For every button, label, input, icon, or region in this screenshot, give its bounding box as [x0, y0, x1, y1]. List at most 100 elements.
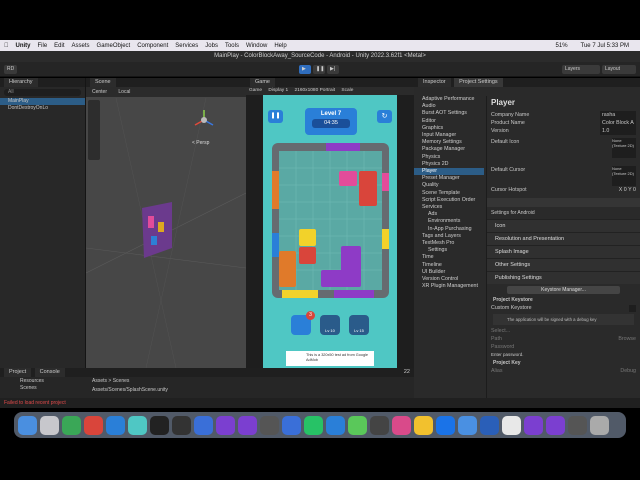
trash-icon[interactable]	[590, 415, 609, 435]
default-icon-slot[interactable]: None (Texture 2D)	[612, 138, 636, 158]
browse-button[interactable]: Browse	[618, 335, 636, 343]
settings-item[interactable]: XR Plugin Management	[414, 283, 484, 290]
settings-item[interactable]: Burst AOT Settings	[414, 110, 484, 117]
visual-studio-icon[interactable]	[238, 415, 257, 435]
app-icon[interactable]	[326, 415, 345, 435]
hierarchy-search[interactable]: All	[4, 89, 81, 96]
orange-block[interactable]	[279, 251, 296, 287]
settings-item[interactable]: Environments	[414, 218, 484, 225]
default-cursor-slot[interactable]: None (Texture 2D)	[612, 166, 636, 186]
app-icon[interactable]	[84, 415, 103, 435]
settings-item[interactable]: Adaptive Performance	[414, 96, 484, 103]
section-resolution[interactable]: Resolution and Presentation	[487, 232, 640, 245]
settings-item-player[interactable]: Player	[414, 168, 484, 176]
folder-resources[interactable]: Resources	[20, 378, 44, 385]
hotspot-x[interactable]: X 0	[619, 187, 627, 193]
layout-dropdown[interactable]: Layout	[602, 65, 636, 74]
menu-services[interactable]: Services	[175, 43, 198, 49]
chrome-icon[interactable]	[62, 415, 81, 435]
app-icon[interactable]	[370, 415, 389, 435]
terminal-icon[interactable]	[150, 415, 169, 435]
pause-button[interactable]: ❚❚	[313, 65, 325, 74]
app-icon[interactable]	[128, 415, 147, 435]
settings-item[interactable]: Script Execution Order	[414, 197, 484, 204]
app-icon[interactable]	[106, 415, 125, 435]
menu-file[interactable]: File	[38, 43, 48, 49]
red-block[interactable]	[299, 247, 316, 264]
battery-status[interactable]: 51%	[556, 43, 568, 49]
settings-item[interactable]: Editor	[414, 118, 484, 125]
app-icon[interactable]	[392, 415, 411, 435]
whatsapp-icon[interactable]	[304, 415, 323, 435]
section-publishing[interactable]: Publishing Settings	[487, 271, 640, 284]
settings-item[interactable]: Package Manager	[414, 146, 484, 153]
settings-item[interactable]: Tags and Layers	[414, 233, 484, 240]
account-dropdown[interactable]: RD	[4, 65, 18, 74]
pause-game-button[interactable]: ❚❚	[268, 110, 283, 123]
menu-assets[interactable]: Assets	[72, 43, 90, 49]
app-icon[interactable]	[502, 415, 521, 435]
settings-item[interactable]: Audio	[414, 103, 484, 110]
folder-scenes[interactable]: Scenes	[20, 385, 44, 392]
purple-block[interactable]	[321, 270, 361, 287]
settings-item[interactable]: Graphics	[414, 125, 484, 132]
tab-game[interactable]: Game	[250, 78, 275, 87]
finder-icon[interactable]	[18, 415, 37, 435]
section-other[interactable]: Other Settings	[487, 258, 640, 271]
unity-hub-icon[interactable]	[172, 415, 191, 435]
status-bar[interactable]: Failed to load recent project	[0, 398, 640, 408]
settings-item[interactable]: UI Builder	[414, 269, 484, 276]
settings-item[interactable]: Input Manager	[414, 132, 484, 139]
app-icon[interactable]	[194, 415, 213, 435]
menu-component[interactable]: Component	[137, 43, 168, 49]
restart-button[interactable]: ↻	[377, 110, 392, 123]
pink-block[interactable]	[339, 171, 357, 186]
alias-dropdown[interactable]: Debug	[620, 367, 636, 375]
settings-item[interactable]: Physics	[414, 154, 484, 161]
section-splash[interactable]: Splash Image	[487, 245, 640, 258]
app-icon[interactable]	[458, 415, 477, 435]
app-icon[interactable]	[414, 415, 433, 435]
mp3-icon[interactable]	[282, 415, 301, 435]
clock[interactable]: Tue 7 Jul 5:33 PM	[581, 43, 629, 49]
settings-item[interactable]: Time	[414, 254, 484, 261]
booster-locked[interactable]: Lv 15	[349, 315, 369, 335]
booster-freeze[interactable]: 3	[291, 311, 315, 335]
settings-item[interactable]: Services	[414, 204, 484, 211]
app-icon[interactable]	[480, 415, 499, 435]
settings-item[interactable]: Memory Settings	[414, 139, 484, 146]
app-icon[interactable]	[436, 415, 455, 435]
menu-jobs[interactable]: Jobs	[205, 43, 218, 49]
menu-window[interactable]: Window	[246, 43, 267, 49]
display-dropdown[interactable]: Display 1	[268, 88, 288, 93]
version-field[interactable]: 1.0	[600, 127, 636, 135]
step-button[interactable]: ▶|	[327, 65, 339, 74]
tab-hierarchy[interactable]: Hierarchy	[4, 78, 38, 87]
tab-project-settings[interactable]: Project Settings	[454, 78, 503, 87]
settings-item[interactable]: TextMesh Pro	[414, 240, 484, 247]
game-screen[interactable]: ❚❚ ↻ Level 7 04:35 3 Lv 10 Lv 15 This is…	[263, 95, 397, 368]
tab-console[interactable]: Console	[34, 368, 65, 377]
settings-item[interactable]: Quality	[414, 182, 484, 189]
scene-view[interactable]: Scene Center Local < Persp	[86, 78, 246, 368]
visual-studio-icon[interactable]	[524, 415, 543, 435]
settings-item[interactable]: Timeline	[414, 262, 484, 269]
select-dropdown[interactable]: Select...	[491, 327, 510, 335]
red-block[interactable]	[359, 171, 377, 206]
tab-scene[interactable]: Scene	[90, 78, 116, 87]
settings-item[interactable]: Preset Manager	[414, 175, 484, 182]
unity-icon[interactable]	[260, 415, 279, 435]
product-field[interactable]: Color Block A	[600, 119, 636, 127]
settings-item[interactable]: Scene Template	[414, 190, 484, 197]
settings-item[interactable]: Ads	[414, 211, 484, 218]
keystore-manager-button[interactable]: Keystore Manager...	[507, 286, 620, 294]
space-dropdown[interactable]: Local	[118, 89, 130, 95]
unity-icon[interactable]	[568, 415, 587, 435]
resolution-dropdown[interactable]: 2160x1080 Portrait	[295, 88, 336, 93]
project-breadcrumb[interactable]: Assets > Scenes	[92, 378, 129, 384]
pivot-dropdown[interactable]: Center	[92, 89, 107, 95]
apple-icon[interactable]: 	[4, 43, 9, 49]
settings-item[interactable]: Settings	[414, 247, 484, 254]
hierarchy-item[interactable]: MainPlay	[0, 98, 85, 105]
test-ad-banner[interactable]: This is a 320x50 test ad from Google AdM…	[286, 351, 374, 366]
